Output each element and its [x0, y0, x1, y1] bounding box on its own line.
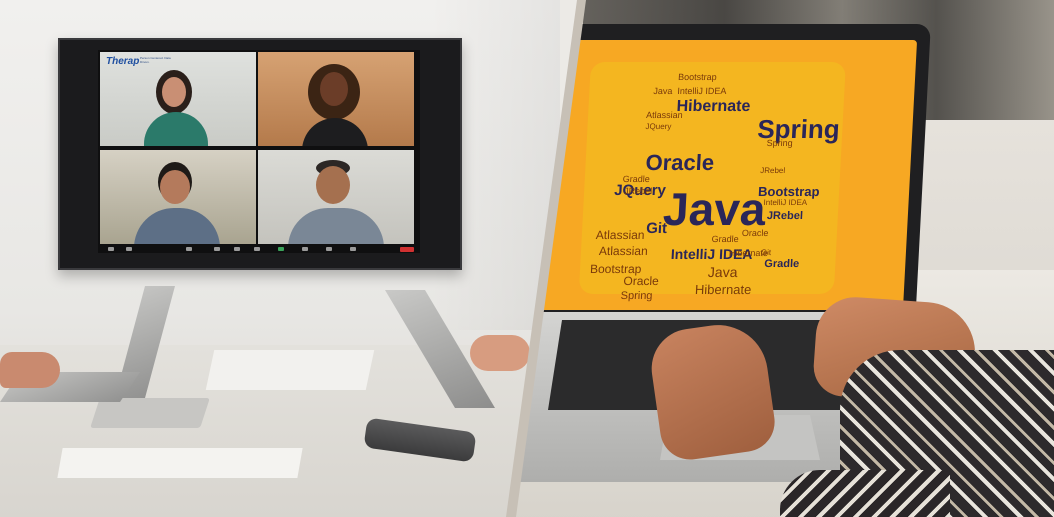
word-cloud-word: Atlassian — [645, 110, 683, 120]
word-cloud-word: Bootstrap — [757, 184, 820, 199]
conference-room-photo: Therap Person Centered. Data Driven. — [0, 0, 560, 517]
participant-tile — [100, 150, 256, 244]
word-cloud-word: JRebel — [760, 166, 786, 175]
word-cloud-word: Gradle — [711, 234, 739, 244]
word-cloud-word: Java — [653, 86, 673, 96]
participant-body — [144, 112, 208, 146]
end-call-icon — [400, 247, 414, 252]
video-icon — [126, 247, 132, 251]
polls-icon — [234, 247, 240, 251]
laptop-screen: Bootstrap Java IntelliJ IDEA Oracle Hibe… — [532, 40, 918, 310]
participant-tile: Therap Person Centered. Data Driven. — [100, 52, 256, 146]
word-cloud-word: Oracle — [741, 228, 769, 238]
word-cloud: Bootstrap Java IntelliJ IDEA Oracle Hibe… — [578, 62, 846, 302]
word-cloud-word: Hibernate — [676, 98, 751, 115]
photo-collage: Therap Person Centered. Data Driven. Boo… — [0, 0, 1054, 517]
chat-icon — [214, 247, 220, 251]
word-cloud-word: Gradle — [622, 174, 651, 184]
keyboard — [90, 398, 210, 428]
word-cloud-word: Atlassian — [598, 244, 649, 258]
patterned-sleeve — [780, 470, 950, 517]
participant-tile — [258, 150, 414, 244]
word-cloud-word: IntelliJ IDEA — [763, 198, 808, 207]
participant-tile — [258, 52, 414, 146]
word-cloud-word: Spring — [766, 138, 793, 148]
word-cloud-word: Oracle — [645, 150, 715, 175]
participant-body — [134, 208, 220, 244]
brand-tagline: Person Centered. Data Driven. — [140, 56, 171, 64]
paper-sheet — [57, 448, 303, 478]
wall-tv: Therap Person Centered. Data Driven. — [58, 38, 462, 270]
participant-face — [316, 166, 350, 204]
word-cloud-word: Bootstrap — [677, 72, 717, 82]
word-cloud-word: Oracle — [623, 274, 660, 288]
word-cloud-word: Java — [707, 264, 738, 280]
word-cloud-word: IntelliJ IDEA — [677, 86, 727, 96]
participant-face — [320, 72, 348, 106]
word-cloud-word: JRebel — [766, 210, 804, 222]
hand — [470, 335, 530, 371]
participant-body — [288, 208, 384, 244]
word-cloud-word: Spring — [620, 290, 653, 302]
word-cloud-word: Hibernate — [694, 282, 752, 297]
share-screen-icon — [278, 247, 284, 251]
chat-bubble-icon — [254, 247, 260, 251]
reactions-icon — [326, 247, 332, 251]
word-cloud-word: Atlassian — [595, 228, 645, 242]
participant-body — [302, 118, 368, 146]
word-cloud-word: JRebel — [623, 186, 653, 196]
participants-icon — [186, 247, 192, 251]
mute-icon — [108, 247, 114, 251]
word-cloud-word: Hibernate — [728, 248, 769, 258]
participant-face — [162, 77, 186, 107]
participant-face — [160, 170, 190, 204]
brand-logo: Therap — [106, 56, 140, 67]
word-cloud-word: Gradle — [764, 258, 800, 270]
paper-sheet — [205, 350, 375, 390]
call-toolbar — [100, 246, 418, 253]
record-icon — [302, 247, 308, 251]
hand — [0, 352, 60, 388]
more-icon — [350, 247, 356, 251]
word-cloud-word: JQuery — [645, 122, 672, 131]
video-call-screen: Therap Person Centered. Data Driven. — [98, 50, 420, 253]
